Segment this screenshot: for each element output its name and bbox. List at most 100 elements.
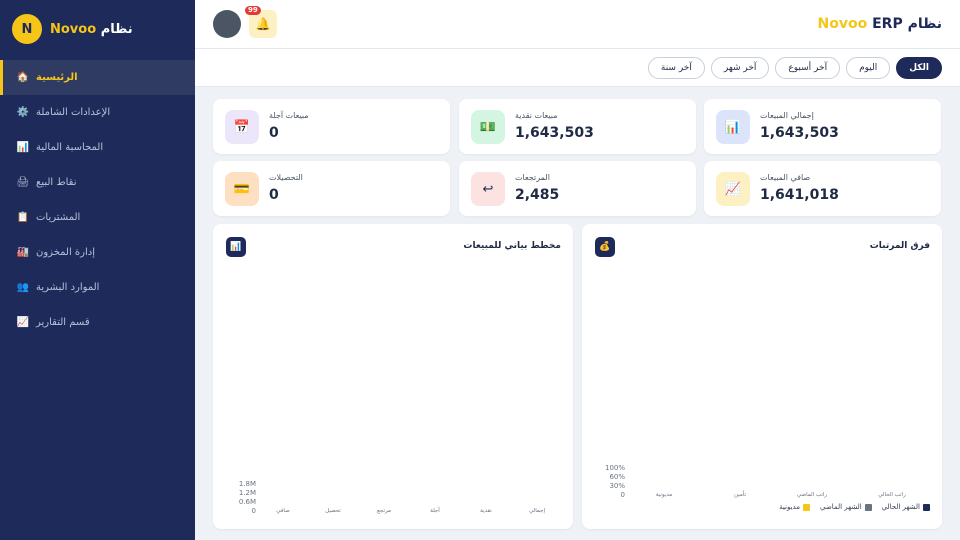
bar-chart-icon: 📊 (226, 237, 246, 257)
stat-card-cash-sales: 💵 مبيعات نقدية 1,643,503 (459, 99, 696, 154)
period-filters: الكل اليوم آخر أسبوع آخر شهر آخر سنة (647, 57, 942, 79)
money-bag-icon: 💰 (595, 237, 615, 257)
card-icon: 💳 (225, 172, 259, 206)
filter-last-year-button[interactable]: آخر سنة (647, 57, 705, 79)
stat-value: 0 (269, 187, 279, 203)
sidebar: N Novoo نظام 🏠 الرئيسية ⚙️ الإعدادات الش… (0, 0, 195, 540)
calendar-icon: 📅 (225, 110, 259, 144)
sidebar-item-purchases[interactable]: 📋 المشتريات (0, 200, 195, 235)
people-icon: 👥 (16, 282, 30, 293)
chart-legend: الشهر الحالي الشهر الماضي مديونية (779, 503, 930, 511)
stat-card-deferred-sales: 📅 مبيعات آجلة 0 (213, 99, 450, 154)
stat-value: 0 (269, 125, 279, 141)
stat-value: 1,641,018 (760, 187, 839, 203)
legend-item[interactable]: مديونية (779, 503, 810, 511)
sidebar-item-reports[interactable]: 📈 قسم التقارير (0, 305, 195, 340)
legend-swatch (923, 503, 930, 511)
app-title-brand: Novoo (817, 16, 868, 32)
y-tick-label: 0 (251, 507, 256, 515)
sidebar-item-hr[interactable]: 👥 الموارد البشرية (0, 270, 195, 305)
brand[interactable]: N Novoo نظام (0, 0, 195, 58)
legend-item[interactable]: الشهر الحالي (882, 503, 930, 511)
y-tick-label: 100% (604, 464, 625, 472)
brand-name: Novoo (50, 21, 97, 37)
money-icon: 💵 (471, 110, 505, 144)
x-tick-label: نقدية (480, 508, 492, 514)
x-tick-label: صافي (276, 508, 290, 514)
factory-icon: 🏭 (16, 247, 30, 258)
gear-icon: ⚙️ (16, 107, 30, 118)
sidebar-item-accounting[interactable]: 📊 المحاسبة المالية (0, 130, 195, 165)
y-tick-label: 1.8M (238, 480, 256, 488)
x-tick-label: آجلة (430, 508, 440, 514)
return-icon: ↩ (471, 172, 505, 206)
stat-label: إجمالي المبيعات (760, 111, 814, 120)
legend-swatch (802, 503, 810, 511)
chart-icon: 📊 (16, 142, 30, 153)
salary-diff-panel: 💰 فرق المرتبات 100% 60% 30% 0 راتب الحال… (582, 224, 942, 529)
stat-label: المرتجعات (515, 173, 550, 182)
stat-value: 2,485 (515, 187, 560, 203)
legend-label: الشهر الحالي (881, 503, 920, 511)
sales-chart-panel: 📊 مخطط بياني للمبيعات 1.8M 1.2M 0.6M 0 إ… (213, 224, 573, 529)
brand-prefix: نظام (100, 21, 133, 37)
legend-label: مديونية (779, 503, 800, 511)
report-icon: 📈 (16, 317, 30, 328)
y-tick-label: 1.2M (238, 489, 256, 497)
x-tick-label: مرتجع (377, 508, 391, 514)
sidebar-item-settings[interactable]: ⚙️ الإعدادات الشاملة (0, 95, 195, 130)
bell-icon: 🔔 (255, 17, 271, 31)
x-tick-label: راتب الحالي (878, 492, 906, 498)
pos-icon: 🖨 (16, 177, 30, 188)
y-tick-label: 30% (609, 482, 625, 490)
top-header: 🔔 99 Novoo ERP نظام (195, 0, 960, 49)
app-title: Novoo ERP نظام (818, 16, 942, 32)
legend-swatch (864, 503, 872, 511)
legend-label: الشهر الماضي (819, 503, 862, 511)
y-tick-label: 0.6M (238, 498, 256, 506)
sidebar-item-label: الإعدادات الشاملة (36, 107, 111, 118)
stat-label: مبيعات آجلة (269, 111, 309, 120)
sidebar-item-label: إدارة المخزون (36, 247, 96, 258)
sidebar-item-label: نقاط البيع (36, 177, 77, 188)
notification-count-badge: 99 (245, 6, 261, 15)
sidebar-item-home[interactable]: 🏠 الرئيسية (0, 60, 195, 95)
sidebar-item-label: المحاسبة المالية (36, 142, 104, 153)
x-tick-label: إجمالي (528, 508, 546, 514)
filter-last-week-button[interactable]: آخر أسبوع (775, 57, 841, 79)
filter-today-button[interactable]: اليوم (846, 57, 891, 79)
home-icon: 🏠 (16, 72, 30, 83)
app-title-erp: ERP (872, 16, 903, 32)
app-title-prefix: نظام (907, 16, 942, 32)
stat-label: مبيعات نقدية (515, 111, 558, 120)
sidebar-item-label: قسم التقارير (36, 317, 90, 328)
trend-icon: 📈 (716, 172, 750, 206)
stat-card-collections: 💳 التحصيلات 0 (213, 161, 450, 216)
x-tick-label: تحصيل (325, 508, 341, 514)
brand-logo: N (12, 14, 42, 44)
x-tick-label: تأمين (734, 492, 746, 498)
sidebar-item-inventory[interactable]: 🏭 إدارة المخزون (0, 235, 195, 270)
y-tick-label: 60% (609, 473, 625, 481)
stat-value: 1,643,503 (760, 125, 839, 141)
panel-title: مخطط بياني للمبيعات (463, 241, 561, 251)
legend-item[interactable]: الشهر الماضي (820, 503, 872, 511)
panel-title: فرق المرتبات (869, 241, 930, 251)
sidebar-item-label: الرئيسية (36, 72, 78, 83)
period-filter-bar: الكل اليوم آخر أسبوع آخر شهر آخر سنة (195, 49, 960, 87)
y-tick-label: 0 (620, 491, 625, 499)
sidebar-item-pos[interactable]: 🖨 نقاط البيع (0, 165, 195, 200)
avatar[interactable] (213, 10, 241, 38)
filter-all-button[interactable]: الكل (896, 57, 942, 79)
x-tick-label: راتب الماضي (796, 492, 828, 498)
sidebar-nav: 🏠 الرئيسية ⚙️ الإعدادات الشاملة 📊 المحاس… (0, 60, 195, 340)
filter-last-month-button[interactable]: آخر شهر (710, 57, 770, 79)
x-tick-label: مديونية (655, 492, 673, 498)
sidebar-item-label: الموارد البشرية (36, 282, 100, 293)
clipboard-icon: 📋 (16, 212, 30, 223)
sidebar-item-label: المشتريات (36, 212, 81, 223)
bar-chart-icon: 📊 (716, 110, 750, 144)
stat-card-total-sales: 📊 إجمالي المبيعات 1,643,503 (704, 99, 941, 154)
stat-label: التحصيلات (269, 173, 303, 182)
stat-label: صافي المبيعات (760, 173, 811, 182)
